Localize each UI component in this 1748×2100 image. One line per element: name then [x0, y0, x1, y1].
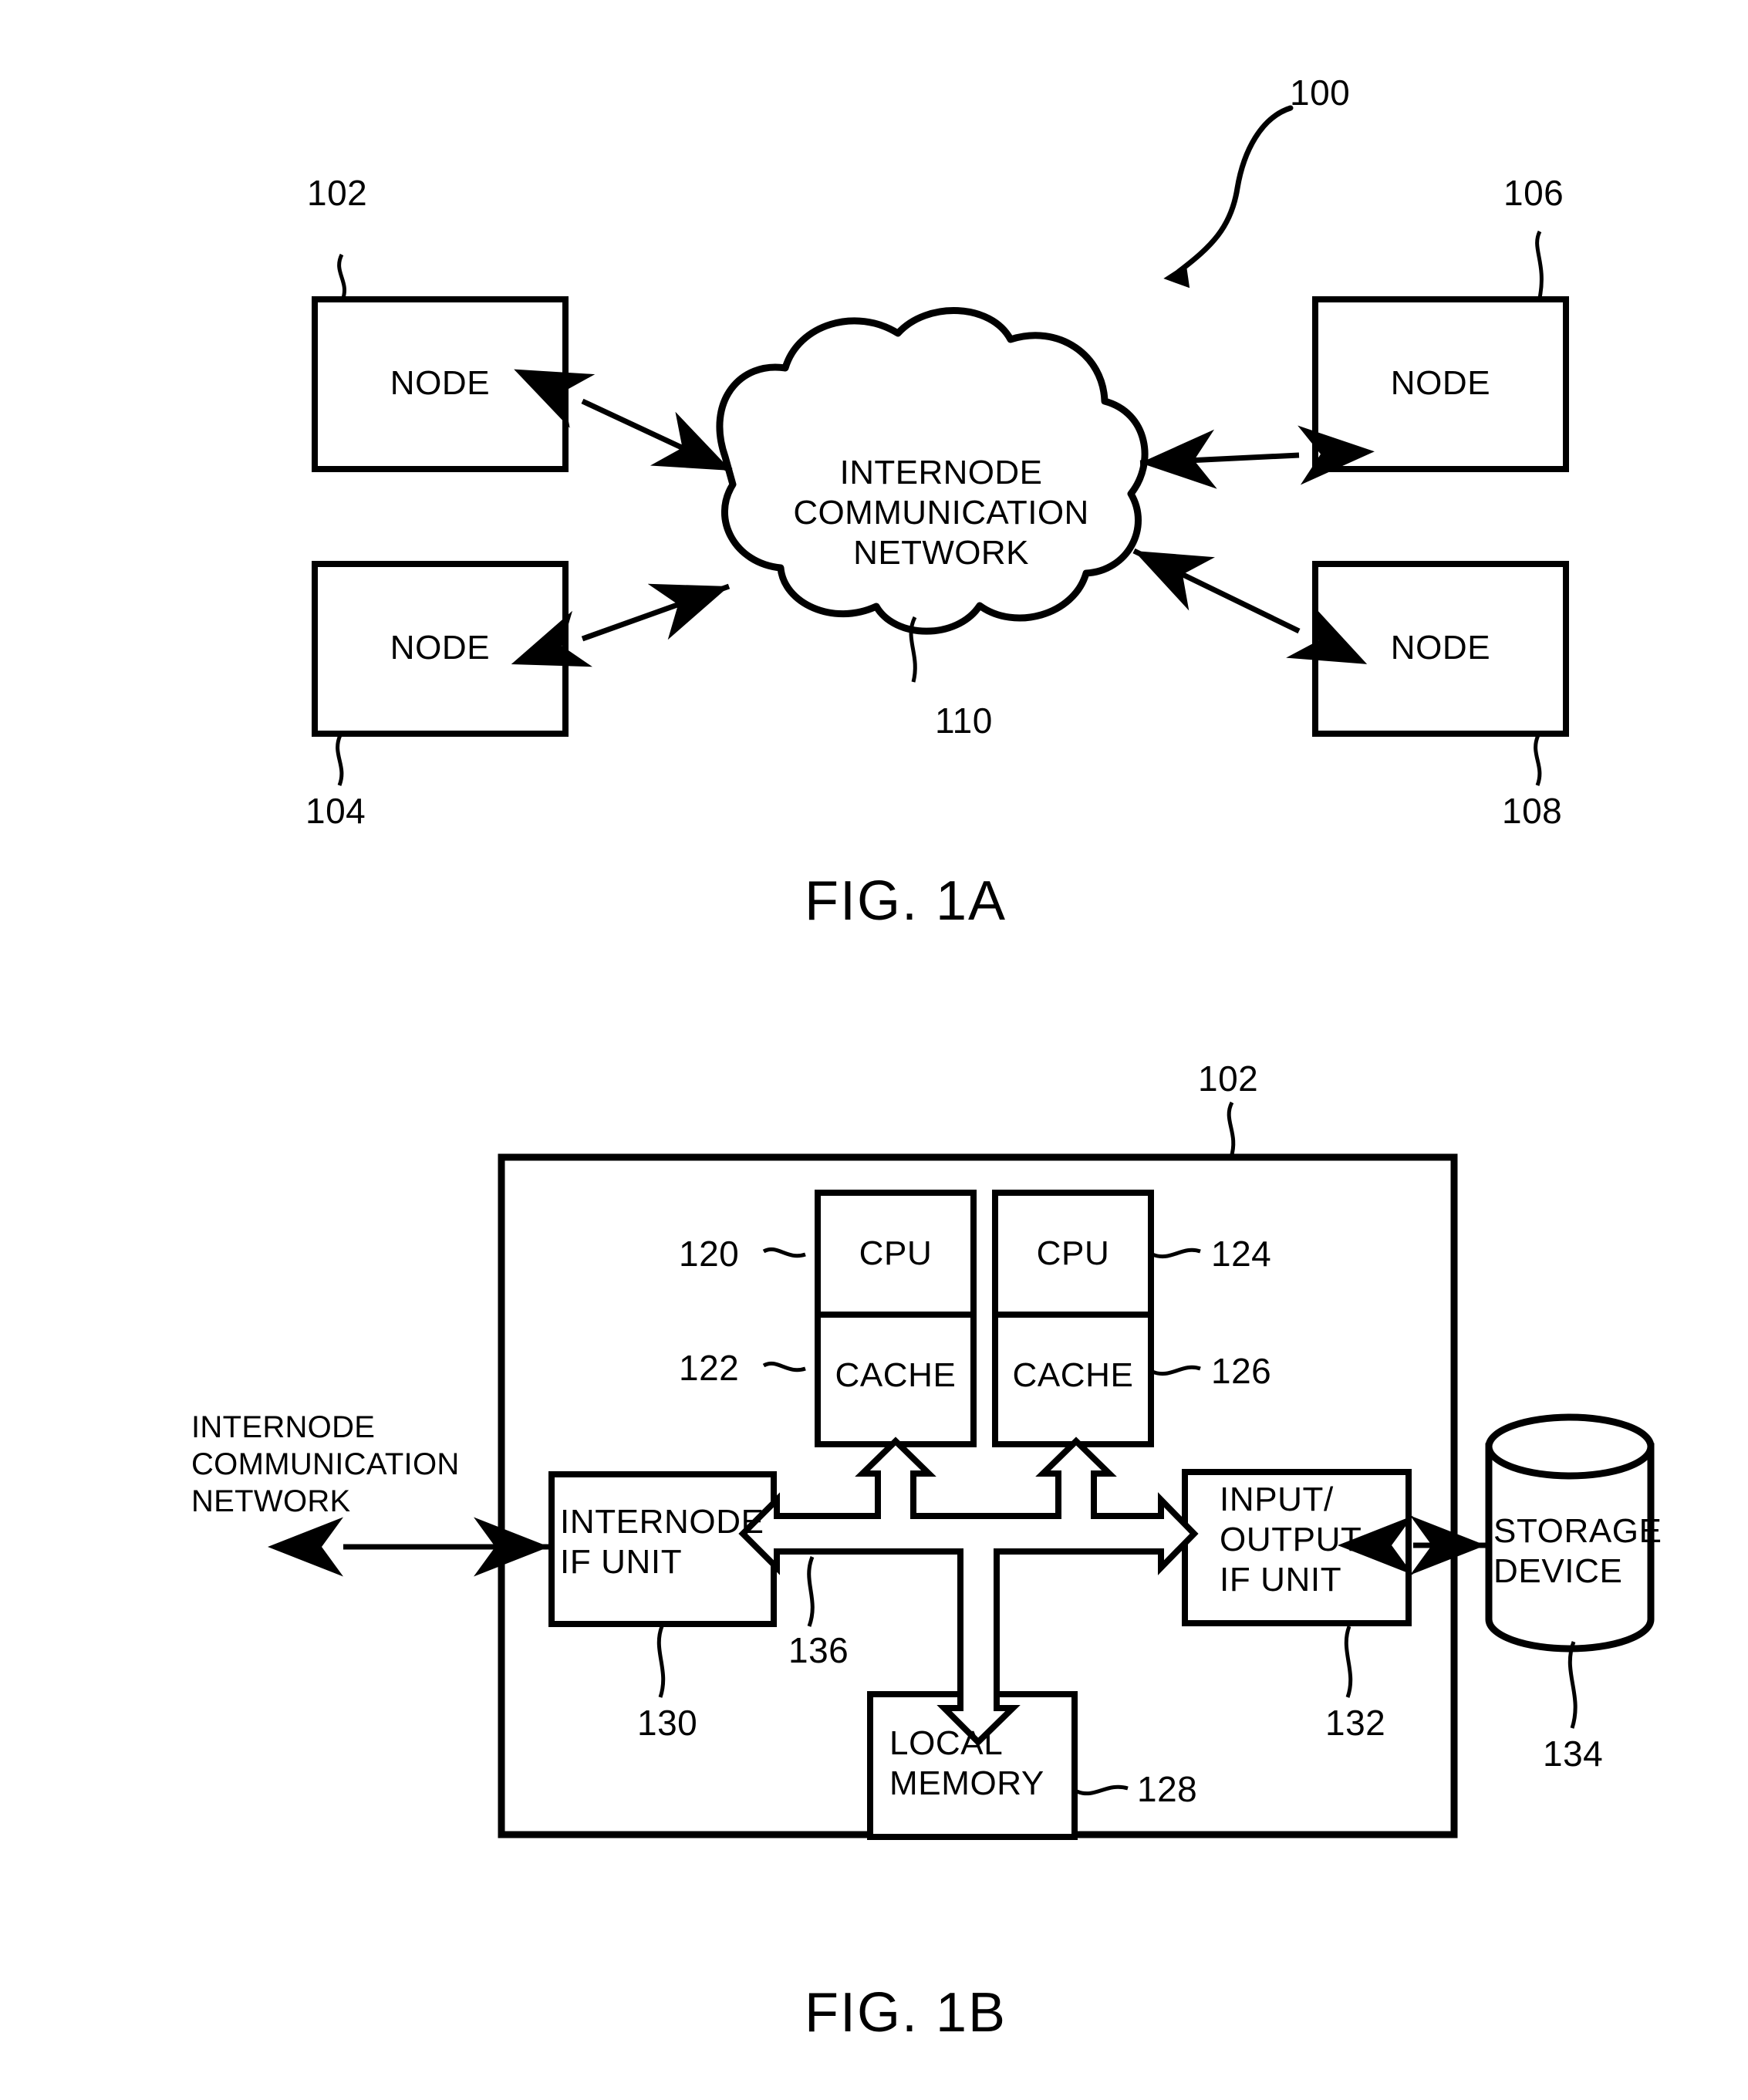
io-if-unit-label-line-3: IF UNIT — [1220, 1561, 1342, 1599]
cpu-box-124-label: CPU — [1036, 1234, 1110, 1272]
ref-number-106: 106 — [1503, 173, 1564, 213]
node-box-106-label: NODE — [1390, 364, 1491, 402]
storage-device-label-line-1: STORAGE — [1493, 1512, 1662, 1550]
cloud-label-line-2: COMMUNICATION — [793, 494, 1089, 532]
ref-number-120: 120 — [679, 1234, 740, 1274]
external-network-label-line-3: NETWORK — [191, 1484, 351, 1518]
drawing-vector-layer — [268, 105, 1655, 1840]
local-memory-label-line-2: MEMORY — [889, 1764, 1044, 1802]
internode-if-unit-label-line-2: IF UNIT — [560, 1543, 683, 1581]
ref-number-130: 130 — [637, 1703, 698, 1743]
cache-box-126-label: CACHE — [1012, 1356, 1134, 1394]
link-104-cloud — [511, 583, 731, 667]
node-box-102-label: NODE — [390, 364, 491, 402]
figure-caption-1b: FIG. 1B — [805, 1982, 1007, 2044]
cpu-box-120-label: CPU — [859, 1234, 933, 1272]
ref-number-124: 124 — [1211, 1234, 1272, 1274]
cloud-label-line-1: INTERNODE — [839, 454, 1043, 491]
node-box-104-label: NODE — [390, 629, 491, 667]
ref-number-134: 134 — [1543, 1734, 1604, 1774]
cache-box-122-label: CACHE — [835, 1356, 957, 1394]
ref-number-132: 132 — [1325, 1703, 1386, 1743]
ref-number-136: 136 — [788, 1630, 849, 1670]
ref-leader-106 — [1535, 230, 1544, 299]
ref-number-126: 126 — [1211, 1351, 1272, 1391]
ref-number-122: 122 — [679, 1348, 740, 1388]
ref-number-102-b: 102 — [1198, 1058, 1259, 1099]
storage-device-label-line-2: DEVICE — [1493, 1552, 1623, 1590]
local-memory-label-line-1: LOCAL — [889, 1724, 1004, 1762]
ref-number-110: 110 — [935, 701, 993, 741]
figure-caption-1a: FIG. 1A — [805, 870, 1007, 932]
internode-if-unit-label-line-1: INTERNODE — [560, 1503, 764, 1541]
link-102-cloud — [514, 369, 733, 474]
ref-number-102: 102 — [307, 173, 368, 213]
ref-leader-134 — [1567, 1641, 1578, 1729]
ref-leader-102-b — [1227, 1101, 1236, 1158]
io-if-unit-label-line-1: INPUT/ — [1220, 1480, 1334, 1518]
node-box-108-label: NODE — [1390, 629, 1491, 667]
ref-number-128: 128 — [1137, 1769, 1198, 1809]
external-network-label-line-2: COMMUNICATION — [191, 1447, 460, 1481]
io-if-unit-label-line-2: OUTPUT — [1220, 1521, 1362, 1558]
cloud-label-line-3: NETWORK — [853, 534, 1029, 572]
ref-number-100: 100 — [1290, 73, 1351, 113]
link-108-cloud — [1132, 548, 1368, 664]
ref-leader-104 — [336, 734, 344, 786]
ref-number-104: 104 — [305, 791, 366, 831]
link-106-cloud — [1139, 425, 1375, 489]
system-100-leader — [1163, 105, 1294, 289]
ref-number-108: 108 — [1502, 791, 1563, 831]
ref-leader-102 — [337, 253, 346, 299]
patent-drawing-sheet: 102 104 106 108 100 110 NODE NODE NODE N… — [0, 0, 1748, 2100]
ref-leader-108 — [1534, 734, 1542, 786]
external-network-label-line-1: INTERNODE — [191, 1410, 376, 1444]
